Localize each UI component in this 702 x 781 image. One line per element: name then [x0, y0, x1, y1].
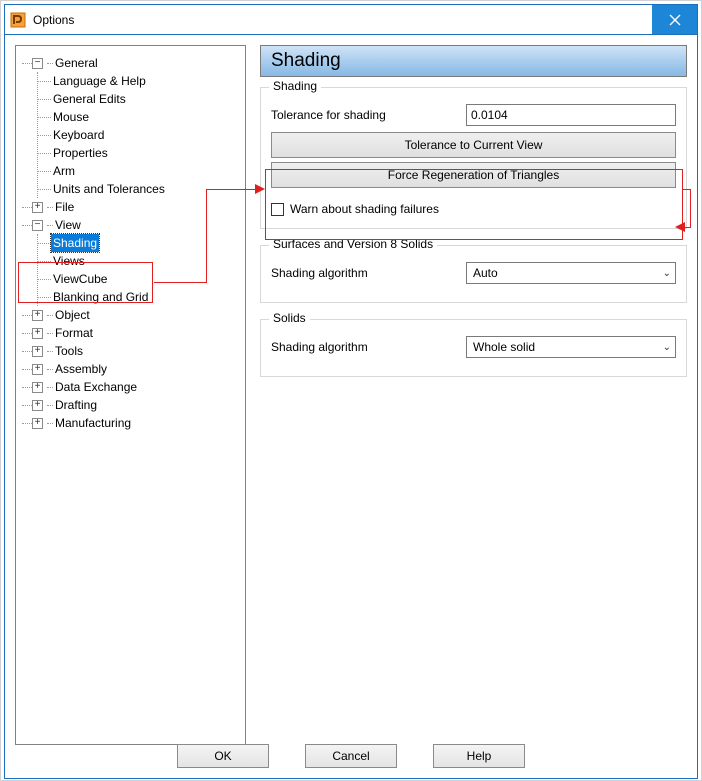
tree-item-data-exchange[interactable]: Data Exchange [53, 378, 139, 396]
expander-plus-icon[interactable]: + [32, 202, 43, 213]
expander-minus-icon[interactable]: − [32, 220, 43, 231]
tree-item-assembly[interactable]: Assembly [53, 360, 109, 378]
tolerance-to-view-button[interactable]: Tolerance to Current View [271, 132, 676, 158]
group-shading: Shading Tolerance for shading Tolerance … [260, 87, 687, 229]
group-solids: Solids Shading algorithm Whole solid ⌄ [260, 319, 687, 377]
warn-label: Warn about shading failures [290, 202, 439, 216]
tolerance-label: Tolerance for shading [271, 108, 466, 122]
group-legend: Shading [269, 79, 321, 93]
tree-item-units-tolerances[interactable]: Units and Tolerances [51, 180, 167, 198]
tree-item-manufacturing[interactable]: Manufacturing [53, 414, 133, 432]
select-value: Whole solid [473, 340, 535, 354]
group-surfaces: Surfaces and Version 8 Solids Shading al… [260, 245, 687, 303]
options-tree[interactable]: − General Language & Help General Edits … [15, 45, 246, 745]
solids-algo-select[interactable]: Whole solid ⌄ [466, 336, 676, 358]
surfaces-algo-label: Shading algorithm [271, 266, 466, 280]
expander-plus-icon[interactable]: + [32, 328, 43, 339]
expander-plus-icon[interactable]: + [32, 310, 43, 321]
page-title: Shading [260, 45, 687, 77]
chevron-down-icon: ⌄ [663, 342, 671, 353]
expander-minus-icon[interactable]: − [32, 58, 43, 69]
tree-item-drafting[interactable]: Drafting [53, 396, 99, 414]
tree-item-view[interactable]: View [53, 216, 83, 234]
force-regen-button[interactable]: Force Regeneration of Triangles [271, 162, 676, 188]
tree-item-keyboard[interactable]: Keyboard [51, 126, 106, 144]
tree-item-language-help[interactable]: Language & Help [51, 72, 148, 90]
tree-item-shading[interactable]: Shading [51, 234, 99, 252]
tree-item-blanking-grid[interactable]: Blanking and Grid [51, 288, 150, 306]
select-value: Auto [473, 266, 498, 280]
expander-plus-icon[interactable]: + [32, 418, 43, 429]
dialog-footer: OK Cancel Help [5, 744, 697, 768]
titlebar: Options [5, 5, 697, 35]
tree-item-mouse[interactable]: Mouse [51, 108, 91, 126]
tolerance-input[interactable] [466, 104, 676, 126]
expander-plus-icon[interactable]: + [32, 346, 43, 357]
tree-item-file[interactable]: File [53, 198, 76, 216]
expander-plus-icon[interactable]: + [32, 364, 43, 375]
tree-item-views[interactable]: Views [51, 252, 87, 270]
chevron-down-icon: ⌄ [663, 268, 671, 279]
cancel-button[interactable]: Cancel [305, 744, 397, 768]
tree-item-format[interactable]: Format [53, 324, 95, 342]
warn-checkbox[interactable] [271, 203, 284, 216]
app-icon [9, 11, 27, 29]
solids-algo-label: Shading algorithm [271, 340, 466, 354]
tree-item-properties[interactable]: Properties [51, 144, 110, 162]
tree-item-viewcube[interactable]: ViewCube [51, 270, 109, 288]
ok-button[interactable]: OK [177, 744, 269, 768]
help-button[interactable]: Help [433, 744, 525, 768]
surfaces-algo-select[interactable]: Auto ⌄ [466, 262, 676, 284]
close-button[interactable] [652, 5, 697, 34]
tree-item-general[interactable]: General [53, 54, 100, 72]
annotation-arrow [690, 189, 691, 228]
group-legend: Surfaces and Version 8 Solids [269, 237, 437, 251]
expander-plus-icon[interactable]: + [32, 382, 43, 393]
window-title: Options [33, 13, 74, 27]
options-dialog: Options − General [4, 4, 698, 779]
expander-plus-icon[interactable]: + [32, 400, 43, 411]
tree-item-tools[interactable]: Tools [53, 342, 85, 360]
tree-item-object[interactable]: Object [53, 306, 92, 324]
group-legend: Solids [269, 311, 310, 325]
tree-item-arm[interactable]: Arm [51, 162, 77, 180]
tree-item-general-edits[interactable]: General Edits [51, 90, 128, 108]
